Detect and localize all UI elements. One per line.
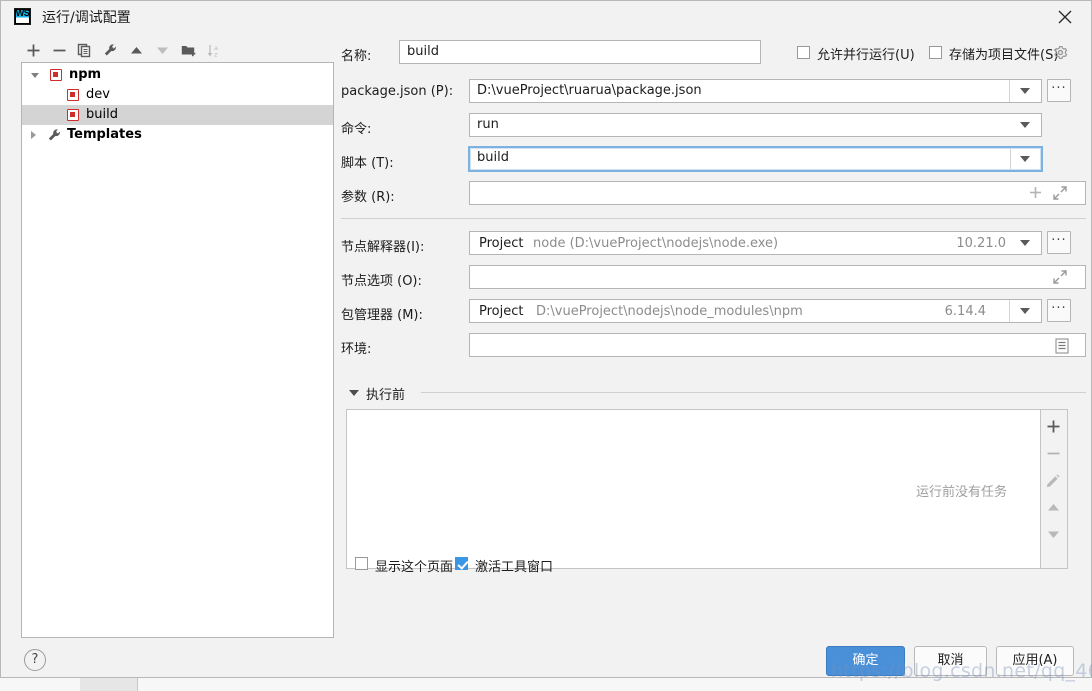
remove-task-button <box>1041 440 1066 466</box>
taskbar-cell-active <box>80 677 138 691</box>
npm-icon <box>67 109 79 121</box>
environment-input[interactable] <box>469 333 1086 357</box>
chevron-down-icon[interactable] <box>31 73 39 78</box>
cancel-button[interactable]: 取消 <box>914 646 987 676</box>
chevron-right-icon[interactable] <box>31 131 36 139</box>
tree-node-npm[interactable]: npm <box>22 65 333 85</box>
taskbar <box>0 676 1092 691</box>
script-label: 脚本 (T): <box>341 152 394 171</box>
arguments-expand-icon[interactable] <box>1053 186 1067 205</box>
tree-node-label: dev <box>86 85 110 105</box>
before-launch-task-list[interactable]: 运行前没有任务 <box>346 409 1041 569</box>
dialog-title: 运行/调试配置 <box>42 7 131 27</box>
package-manager-dropdown-icon[interactable] <box>1020 308 1030 314</box>
arguments-add-icon[interactable] <box>1029 186 1042 204</box>
run-debug-configurations-dialog: WS 运行/调试配置 <box>0 0 1092 678</box>
before-launch-toolbar <box>1041 409 1068 569</box>
node-interpreter-prefix: Project <box>479 236 523 251</box>
node-options-expand-icon[interactable] <box>1053 270 1067 289</box>
show-this-page-checkbox[interactable] <box>355 557 368 570</box>
node-interpreter-label: 节点解释器(I): <box>341 236 424 255</box>
allow-parallel-run-checkbox[interactable] <box>797 46 810 59</box>
close-icon[interactable] <box>1049 5 1083 29</box>
tree-node-templates[interactable]: Templates <box>22 125 333 145</box>
activate-tool-window-checkbox[interactable] <box>455 557 468 570</box>
wrench-icon[interactable] <box>100 38 122 62</box>
command-dropdown-icon[interactable] <box>1020 122 1030 128</box>
package-json-dropdown-icon[interactable] <box>1020 88 1030 94</box>
tree-node-label: build <box>86 105 118 125</box>
package-json-browse-button[interactable]: ... <box>1047 79 1071 102</box>
package-manager-version: 6.14.4 <box>901 304 986 319</box>
copy-icon[interactable] <box>74 38 96 62</box>
wrench-icon <box>47 128 62 150</box>
help-button[interactable]: ? <box>24 649 46 671</box>
node-interpreter-path: node (D:\vueProject\nodejs\node.exe) <box>533 236 778 251</box>
arguments-label: 参数 (R): <box>341 186 395 205</box>
gear-icon[interactable] <box>1053 45 1068 65</box>
tree-node-dev[interactable]: dev <box>22 85 333 105</box>
folder-add-icon[interactable] <box>178 38 200 62</box>
edit-task-button <box>1041 467 1066 493</box>
plus-icon[interactable] <box>23 38 45 62</box>
node-options-label: 节点选项 (O): <box>341 270 422 289</box>
tree-node-label: npm <box>69 65 101 85</box>
webstorm-icon: WS <box>14 8 31 25</box>
activate-tool-window-label: 激活工具窗口 <box>475 556 553 575</box>
list-icon[interactable] <box>1055 338 1069 359</box>
package-json-input[interactable]: D:\vueProject\ruarua\package.json <box>469 79 1042 103</box>
name-label: 名称: <box>341 45 371 64</box>
show-this-page-label: 显示这个页面 <box>375 556 453 575</box>
taskbar-cell <box>0 677 81 691</box>
node-interpreter-version: 10.21.0 <box>921 236 1006 251</box>
store-as-project-file-checkbox[interactable] <box>929 46 942 59</box>
package-manager-prefix: Project <box>479 304 523 319</box>
command-input[interactable]: run <box>469 113 1042 137</box>
add-task-button[interactable] <box>1041 413 1066 439</box>
before-launch-empty-text: 运行前没有任务 <box>347 481 1007 500</box>
package-manager-path: D:\vueProject\nodejs\node_modules\npm <box>536 304 803 319</box>
arrow-down-icon <box>152 38 174 62</box>
npm-icon <box>67 89 79 101</box>
configurations-tree[interactable]: npm dev build Templates <box>21 62 334 638</box>
ok-button[interactable]: 确定 <box>826 646 905 676</box>
minus-icon[interactable] <box>49 38 71 62</box>
package-manager-browse-button[interactable]: ... <box>1047 299 1071 322</box>
task-move-up-button <box>1041 494 1066 520</box>
screen: WS 运行/调试配置 <box>0 0 1092 691</box>
arguments-input[interactable] <box>469 181 1086 205</box>
allow-parallel-run-label: 允许并行运行(U) <box>817 44 915 63</box>
taskbar-cell <box>137 677 1092 691</box>
node-options-input[interactable] <box>469 265 1086 289</box>
node-interpreter-browse-button[interactable]: ... <box>1047 231 1071 254</box>
package-manager-label: 包管理器 (M): <box>341 304 423 323</box>
name-input[interactable]: build <box>399 40 761 64</box>
svg-text:z: z <box>214 51 218 59</box>
before-launch-toggle-icon[interactable] <box>349 390 359 396</box>
title-bar: WS 运行/调试配置 <box>1 1 1091 32</box>
script-dropdown-icon[interactable] <box>1020 156 1030 162</box>
sort-az-icon: a z <box>204 38 226 62</box>
arrow-up-icon[interactable] <box>126 38 148 62</box>
apply-button[interactable]: 应用(A) <box>996 646 1074 676</box>
node-interpreter-dropdown-icon[interactable] <box>1020 240 1030 246</box>
configurations-toolbar: a z <box>21 38 327 64</box>
form-divider <box>341 218 1086 219</box>
command-label: 命令: <box>341 118 371 137</box>
package-json-label: package.json (P): <box>341 84 453 99</box>
script-input[interactable]: build <box>468 146 1043 172</box>
tree-node-label: Templates <box>67 125 142 145</box>
task-move-down-button <box>1041 521 1066 547</box>
tree-node-build[interactable]: build <box>22 105 333 125</box>
store-as-project-file-label: 存储为项目文件(S) <box>949 44 1058 63</box>
environment-label: 环境: <box>341 338 371 357</box>
before-launch-title: 执行前 <box>366 384 405 403</box>
npm-icon <box>50 69 62 81</box>
before-launch-divider <box>421 392 1086 393</box>
